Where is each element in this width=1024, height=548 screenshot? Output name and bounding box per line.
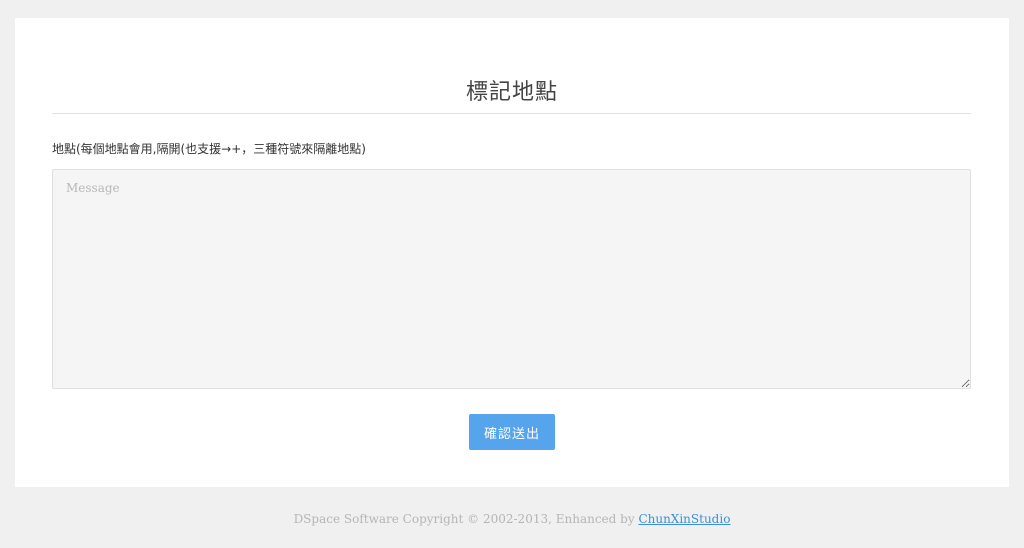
footer: DSpace Software Copyright © 2002-2013, E… — [0, 512, 1024, 526]
location-field-label: 地點(每個地點會用,隔開(也支援→+，三種符號來隔離地點) — [52, 142, 366, 156]
submit-button[interactable]: 確認送出 — [469, 414, 555, 450]
form-card: 標記地點 地點(每個地點會用,隔開(也支援→+，三種符號來隔離地點) 確認送出 — [15, 18, 1009, 487]
title-divider — [52, 113, 971, 114]
footer-copyright-text: DSpace Software Copyright © 2002-2013, E… — [293, 512, 635, 526]
message-textarea[interactable] — [52, 169, 971, 389]
page-title: 標記地點 — [465, 80, 558, 105]
footer-studio-link[interactable]: ChunXinStudio — [638, 512, 730, 526]
